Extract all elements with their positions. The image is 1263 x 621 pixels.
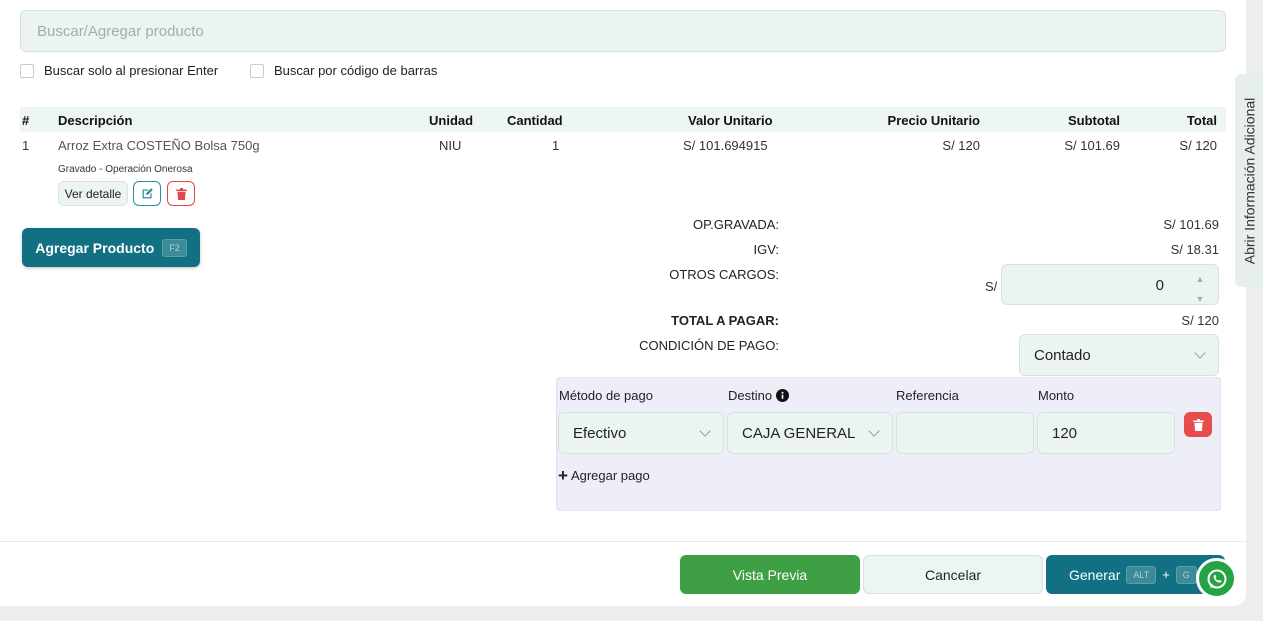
destination-select[interactable]: CAJA GENERAL bbox=[727, 412, 893, 454]
other-charges-value: 0 bbox=[1155, 277, 1164, 294]
th-num: # bbox=[22, 113, 30, 128]
whatsapp-button[interactable] bbox=[1196, 558, 1237, 599]
add-product-button[interactable]: Agregar Producto F2 bbox=[22, 228, 200, 267]
destination-header: Destino bbox=[728, 388, 790, 403]
add-payment-label: Agregar pago bbox=[570, 468, 650, 483]
product-search-input[interactable]: Buscar/Agregar producto bbox=[20, 10, 1226, 52]
total-to-pay-value: S/ 120 bbox=[1181, 313, 1219, 328]
th-subtotal: Subtotal bbox=[1068, 113, 1120, 128]
th-unit-value: Valor Unitario bbox=[688, 113, 773, 128]
row-unit: NIU bbox=[439, 138, 462, 153]
other-charges-prefix: S/ bbox=[985, 279, 998, 294]
amount-header: Monto bbox=[1038, 388, 1075, 403]
reference-header: Referencia bbox=[896, 388, 959, 403]
preview-button[interactable]: Vista Previa bbox=[680, 555, 860, 594]
view-detail-button[interactable]: Ver detalle bbox=[58, 181, 128, 206]
chevron-down-icon[interactable]: ▼ bbox=[1196, 294, 1205, 304]
trash-icon bbox=[1192, 418, 1204, 431]
generate-label: Generar bbox=[1069, 566, 1121, 583]
plus-icon: + bbox=[558, 466, 568, 485]
reference-input[interactable] bbox=[896, 412, 1034, 454]
total-to-pay-label: TOTAL A PAGAR: bbox=[671, 313, 779, 328]
barcode-checkbox[interactable] bbox=[250, 63, 264, 78]
row-quantity: 1 bbox=[552, 138, 560, 153]
whatsapp-icon bbox=[1207, 569, 1226, 588]
destination-header-label: Destino bbox=[728, 388, 773, 403]
cancel-button[interactable]: Cancelar bbox=[863, 555, 1043, 594]
op-gravada-label: OP.GRAVADA: bbox=[693, 217, 779, 232]
additional-info-label: Abrir Información Adicional bbox=[1241, 97, 1257, 264]
delete-payment-button[interactable] bbox=[1184, 412, 1212, 437]
other-charges-spinner[interactable]: ▲ ▼ bbox=[1188, 274, 1212, 304]
add-product-shortcut: F2 bbox=[162, 238, 187, 257]
chevron-down-icon bbox=[1194, 347, 1206, 359]
amount-input[interactable]: 120 bbox=[1037, 412, 1175, 454]
payment-method-select[interactable]: Efectivo bbox=[558, 412, 724, 454]
row-description: Arroz Extra COSTEÑO Bolsa 750g bbox=[58, 138, 260, 153]
row-total: S/ 120 bbox=[1179, 138, 1217, 153]
add-product-label: Agregar Producto bbox=[35, 239, 155, 256]
chevron-down-icon bbox=[699, 425, 711, 437]
delete-row-button[interactable] bbox=[167, 181, 195, 206]
enter-only-label: Buscar solo al presionar Enter bbox=[44, 63, 219, 78]
th-unit-price: Precio Unitario bbox=[887, 113, 980, 128]
footer-divider bbox=[0, 541, 1246, 542]
add-payment-link[interactable]: + Agregar pago bbox=[558, 466, 650, 485]
additional-info-tab[interactable]: Abrir Información Adicional bbox=[1235, 74, 1263, 287]
enter-only-checkbox[interactable] bbox=[20, 63, 34, 78]
row-subtotal: S/ 101.69 bbox=[1064, 138, 1120, 153]
destination-value: CAJA GENERAL bbox=[742, 424, 856, 442]
chevron-up-icon[interactable]: ▲ bbox=[1196, 274, 1205, 284]
generate-shortcut-g: G bbox=[1175, 565, 1197, 584]
trash-icon bbox=[175, 187, 187, 200]
th-total: Total bbox=[1186, 113, 1217, 128]
th-unit: Unidad bbox=[429, 113, 474, 128]
other-charges-label: OTROS CARGOS: bbox=[669, 267, 779, 282]
amount-value: 120 bbox=[1052, 424, 1078, 442]
th-quantity: Cantidad bbox=[507, 113, 563, 128]
other-charges-input[interactable]: 0 ▲ ▼ bbox=[1001, 264, 1219, 305]
op-gravada-value: S/ 101.69 bbox=[1163, 217, 1219, 232]
table-header bbox=[20, 107, 1226, 132]
barcode-label: Buscar por código de barras bbox=[274, 63, 438, 78]
igv-label: IGV: bbox=[753, 242, 779, 257]
th-description: Descripción bbox=[58, 113, 133, 128]
payment-condition-value: Contado bbox=[1034, 346, 1091, 364]
edit-icon bbox=[142, 188, 153, 199]
search-placeholder: Buscar/Agregar producto bbox=[37, 22, 204, 40]
payment-method-value: Efectivo bbox=[573, 424, 627, 442]
payment-condition-select[interactable]: Contado bbox=[1019, 334, 1219, 376]
row-unit-value: S/ 101.694915 bbox=[683, 138, 768, 153]
row-unit-price: S/ 120 bbox=[942, 138, 980, 153]
generate-shortcut-alt: ALT bbox=[1126, 565, 1157, 584]
payment-condition-label: CONDICIÓN DE PAGO: bbox=[639, 338, 779, 353]
row-num: 1 bbox=[22, 138, 30, 153]
generate-shortcut-plus: + bbox=[1162, 567, 1170, 582]
info-icon[interactable] bbox=[776, 389, 790, 402]
edit-row-button[interactable] bbox=[133, 181, 161, 206]
payment-method-header: Método de pago bbox=[559, 388, 653, 403]
igv-value: S/ 18.31 bbox=[1170, 242, 1219, 257]
barcode-option[interactable]: Buscar por código de barras bbox=[250, 63, 437, 78]
row-tax-note: Gravado - Operación Onerosa bbox=[58, 164, 193, 175]
chevron-down-icon bbox=[868, 425, 880, 437]
enter-only-option[interactable]: Buscar solo al presionar Enter bbox=[20, 63, 218, 78]
